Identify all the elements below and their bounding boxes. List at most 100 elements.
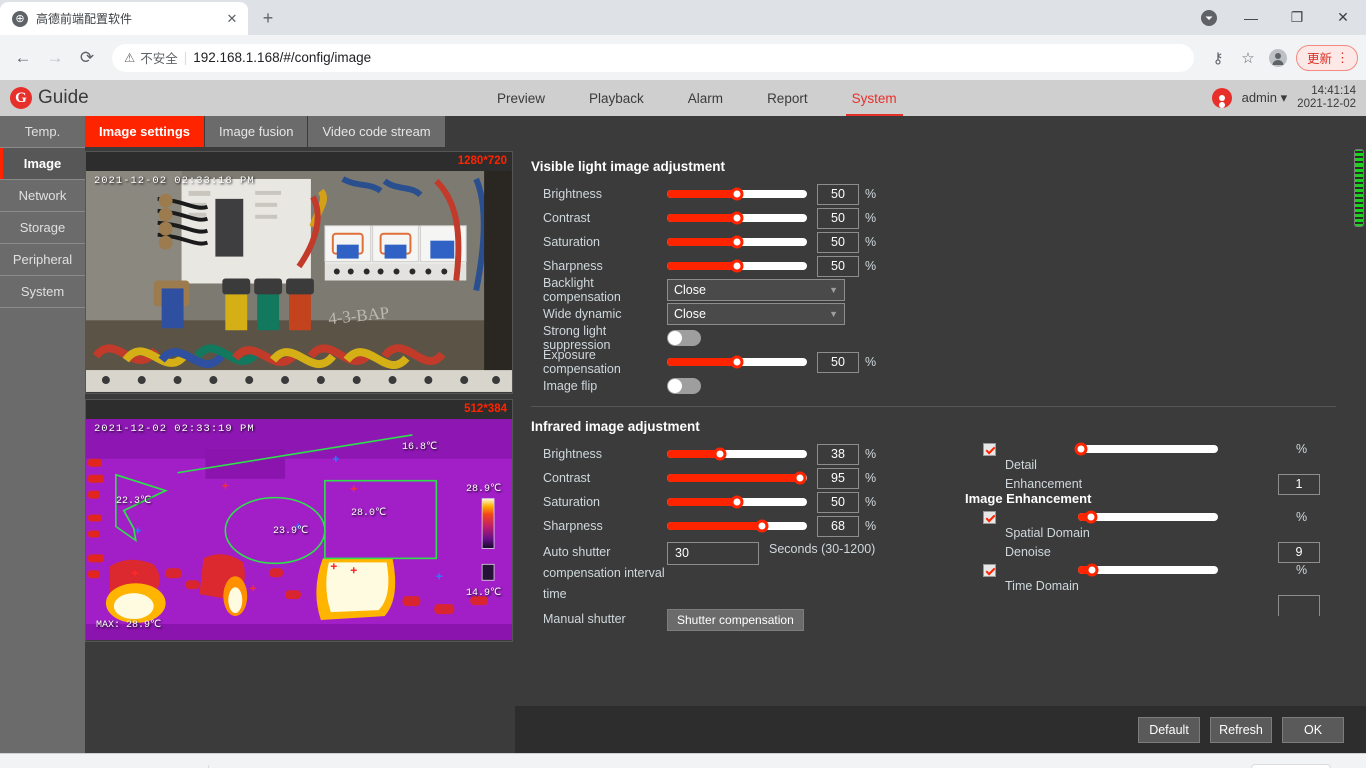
settings-scroll-region: Visible light image adjustment Brightnes… xyxy=(515,147,1352,706)
row-wide-dynamic: Wide dynamic Close ▼ xyxy=(515,302,1352,326)
infrared-preview[interactable]: 512*384 2021-12-02 02:33:19 PM 16.8℃ 22.… xyxy=(85,399,513,642)
forward-icon[interactable]: → xyxy=(40,43,70,73)
value-ir-brightness[interactable]: 38 xyxy=(817,443,859,465)
checkbox-spatial-domain-denoise[interactable] xyxy=(983,510,996,524)
slider-ir-contrast[interactable] xyxy=(667,471,807,485)
row-ir-contrast: Contrast 95 % xyxy=(515,466,955,490)
value-visible-contrast[interactable]: 50 xyxy=(817,207,859,229)
globe-icon: ⊕ xyxy=(12,10,28,27)
security-indicator[interactable]: ⚠ 不安全 xyxy=(124,48,178,67)
value-time-domain[interactable] xyxy=(1278,595,1320,616)
slider-visible-sharpness[interactable] xyxy=(667,259,807,273)
slider-ir-saturation[interactable] xyxy=(667,495,807,509)
value-visible-brightness[interactable]: 50 xyxy=(817,183,859,205)
select-wide-dynamic-value: Close xyxy=(674,307,706,321)
ok-button[interactable]: OK xyxy=(1282,716,1344,743)
row-manual-shutter: Manual shutter Shutter compensation xyxy=(515,609,955,631)
slider-spatial-domain-denoise[interactable] xyxy=(1078,510,1218,524)
unit-time-domain: % xyxy=(1296,563,1308,577)
slider-ir-brightness[interactable] xyxy=(667,447,807,461)
extra-icon[interactable] xyxy=(1194,3,1224,33)
input-auto-shutter-interval[interactable]: 30 xyxy=(667,542,759,565)
toggle-image-flip[interactable] xyxy=(667,378,701,394)
nav-item-system[interactable]: System xyxy=(830,83,919,116)
profile-icon[interactable] xyxy=(1264,44,1292,72)
row-strong-light-suppression: Strong light suppression xyxy=(515,324,1352,352)
reload-icon[interactable]: ⟳ xyxy=(72,43,102,73)
update-button[interactable]: 更新 ⋮ xyxy=(1295,44,1358,71)
nav-item-playback[interactable]: Playback xyxy=(567,83,666,114)
visible-light-preview[interactable]: 1280*720 4-3-BAP 2021-12-02 02:33:18 PM xyxy=(85,151,513,394)
slider-detail-enhancement[interactable] xyxy=(1074,442,1218,456)
maximize-button[interactable]: ❐ xyxy=(1274,0,1320,35)
label-ir-contrast: Contrast xyxy=(543,471,591,485)
row-ir-sharpness: Sharpness 68 % xyxy=(515,514,955,538)
visible-resolution-label: 1280*720 xyxy=(86,152,512,171)
slider-visible-saturation[interactable] xyxy=(667,235,807,249)
slider-visible-contrast[interactable] xyxy=(667,211,807,225)
menu-icon[interactable]: ⋮ xyxy=(1336,51,1349,64)
nav-item-report[interactable]: Report xyxy=(745,83,830,114)
new-tab-button[interactable]: + xyxy=(254,4,282,32)
shutter-compensation-button[interactable]: Shutter compensation xyxy=(667,609,804,631)
slider-visible-brightness[interactable] xyxy=(667,187,807,201)
browser-tab[interactable]: ⊕ 高德前端配置软件 ✕ xyxy=(0,2,248,35)
sidebar-item-temp[interactable]: Temp. xyxy=(0,116,85,148)
nav-item-preview[interactable]: Preview xyxy=(475,83,567,114)
tab-video-code-stream[interactable]: Video code stream xyxy=(308,116,446,147)
video-previews: 1280*720 4-3-BAP 2021-12-02 02:33:18 PM … xyxy=(85,147,515,753)
select-wide-dynamic[interactable]: Close ▼ xyxy=(667,303,845,325)
sidebar-item-storage[interactable]: Storage xyxy=(0,212,85,244)
visible-light-image[interactable]: 4-3-BAP 2021-12-02 02:33:18 PM xyxy=(86,171,512,393)
select-backlight-compensation[interactable]: Close ▼ xyxy=(667,279,845,301)
unit-ir-brightness: % xyxy=(865,447,877,461)
label-visible-contrast: Contrast xyxy=(543,211,591,225)
user-menu[interactable]: admin ▾ xyxy=(1242,90,1288,106)
sidebar-item-system[interactable]: System xyxy=(0,276,85,308)
settings-scrollbar[interactable] xyxy=(1352,147,1366,753)
value-exposure-compensation[interactable]: 50 xyxy=(817,351,859,373)
enhancement-detail-top: % xyxy=(983,442,1352,456)
scale-high-label: 28.9℃ xyxy=(466,484,502,495)
infrared-image[interactable]: 2021-12-02 02:33:19 PM 16.8℃ 22.3℃ 23.9℃… xyxy=(86,419,512,641)
unit-exposure-compensation: % xyxy=(865,355,877,369)
value-ir-saturation[interactable]: 50 xyxy=(817,491,859,513)
window-close-button[interactable]: ✕ xyxy=(1320,0,1366,35)
unit-ir-sharpness: % xyxy=(865,519,877,533)
value-visible-saturation[interactable]: 50 xyxy=(817,231,859,253)
back-icon[interactable]: ← xyxy=(8,43,38,73)
sidebar-item-image[interactable]: Image xyxy=(0,148,85,180)
tab-image-fusion[interactable]: Image fusion xyxy=(205,116,309,147)
enhancement-time: % Time Domain xyxy=(965,563,1352,616)
refresh-button[interactable]: Refresh xyxy=(1210,716,1272,743)
label-spatial-domain-denoise: Spatial Domain Denoise xyxy=(1005,526,1090,559)
value-ir-sharpness[interactable]: 68 xyxy=(817,515,859,537)
bookmark-star-icon[interactable]: ☆ xyxy=(1234,44,1262,72)
checkbox-time-domain[interactable] xyxy=(983,563,996,577)
sidebar-item-network[interactable]: Network xyxy=(0,180,85,212)
toggle-strong-light-suppression[interactable] xyxy=(667,330,701,346)
address-bar[interactable]: ⚠ 不安全 | 192.168.1.168/#/config/image xyxy=(112,43,1194,72)
unit-spatial-domain-denoise: % xyxy=(1296,510,1308,524)
slider-ir-sharpness[interactable] xyxy=(667,519,807,533)
downloads-right: 全部显示 ✕ xyxy=(1251,763,1356,768)
settings-scrollbar-thumb[interactable] xyxy=(1354,149,1364,227)
minimize-button[interactable]: — xyxy=(1228,0,1274,35)
label-visible-sharpness: Sharpness xyxy=(543,259,603,273)
sidebar-item-peripheral[interactable]: Peripheral xyxy=(0,244,85,276)
security-text: 不安全 xyxy=(140,52,178,66)
value-spatial-domain-denoise[interactable]: 9 xyxy=(1278,542,1320,563)
nav-item-alarm[interactable]: Alarm xyxy=(666,83,745,114)
value-detail-enhancement[interactable]: 1 xyxy=(1278,474,1320,495)
show-all-downloads-button[interactable]: 全部显示 xyxy=(1251,763,1332,768)
password-key-icon[interactable]: ⚷ xyxy=(1204,44,1232,72)
close-icon[interactable]: ✕ xyxy=(224,11,240,27)
value-visible-sharpness[interactable]: 50 xyxy=(817,255,859,277)
checkbox-detail-enhancement[interactable] xyxy=(983,442,996,456)
slider-time-domain[interactable] xyxy=(1078,563,1218,577)
default-button[interactable]: Default xyxy=(1138,716,1200,743)
tab-image-settings[interactable]: Image settings xyxy=(85,116,206,147)
settings-panel: Visible light image adjustment Brightnes… xyxy=(515,147,1366,753)
slider-exposure-compensation[interactable] xyxy=(667,355,807,369)
value-ir-contrast[interactable]: 95 xyxy=(817,467,859,489)
